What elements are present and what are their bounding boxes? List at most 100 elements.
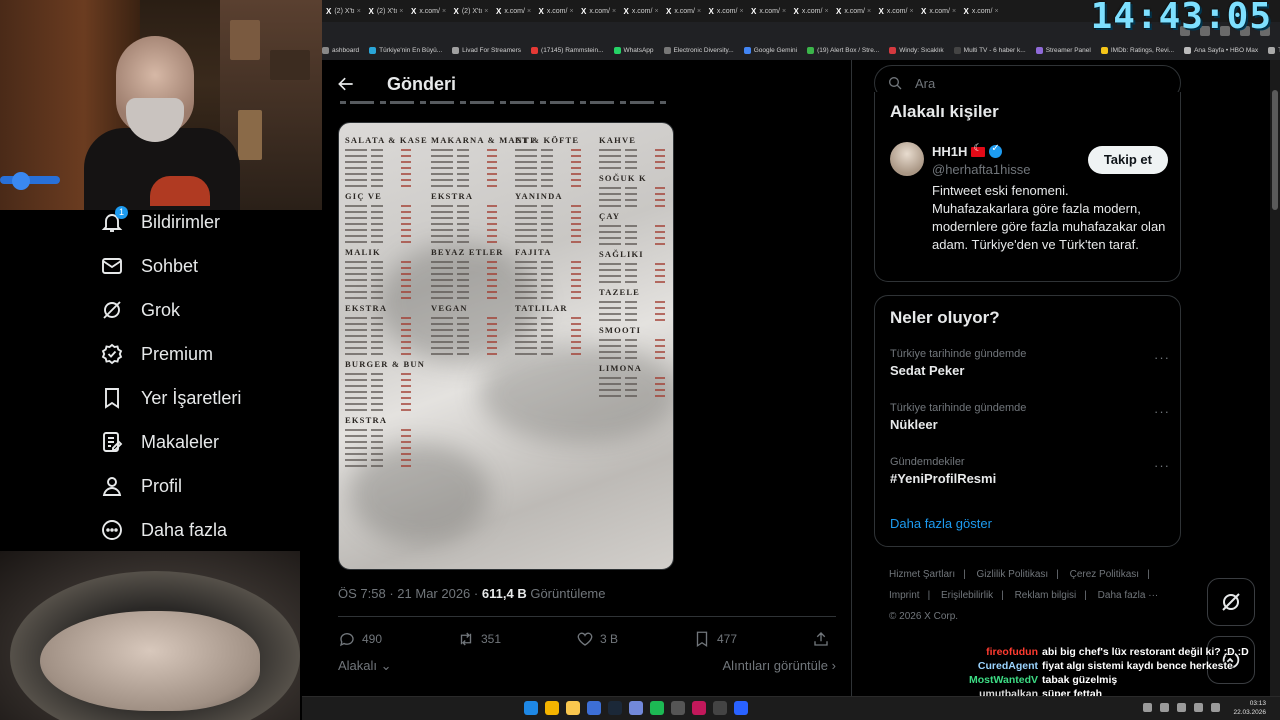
post-time[interactable]: ÖS 7:58 <box>338 586 386 601</box>
close-icon[interactable]: × <box>994 8 998 15</box>
close-icon[interactable]: × <box>909 8 913 15</box>
bookmark-item[interactable]: Streamer Panel <box>1035 46 1091 54</box>
repost-button[interactable]: 351 <box>457 630 501 648</box>
close-icon[interactable]: × <box>867 8 871 15</box>
page-scrollbar[interactable] <box>1270 60 1280 696</box>
app-icon[interactable] <box>671 701 685 715</box>
nav-item-articles[interactable]: Makaleler <box>98 420 318 464</box>
close-icon[interactable]: × <box>782 8 786 15</box>
browser-tab[interactable]: X (2) X'tı × <box>365 7 408 16</box>
bookmark-item[interactable]: WhatsApp <box>613 46 654 54</box>
nav-item-profile[interactable]: Profil <box>98 464 318 508</box>
app-tray-icon[interactable] <box>1194 703 1203 712</box>
app-icon[interactable] <box>587 701 601 715</box>
nav-item-premium[interactable]: Premium <box>98 332 318 376</box>
share-button[interactable] <box>812 630 836 648</box>
reply-button[interactable]: 490 <box>338 630 382 648</box>
close-icon[interactable]: × <box>739 8 743 15</box>
browser-tab[interactable]: Xx.com/× <box>407 7 450 16</box>
spotify-icon[interactable] <box>650 701 664 715</box>
post-date[interactable]: 21 Mar 2026 <box>397 586 470 601</box>
app-icon[interactable] <box>692 701 706 715</box>
browser-tab[interactable]: Xx.com/× <box>747 7 790 16</box>
close-icon[interactable]: × <box>952 8 956 15</box>
bookmark-item[interactable]: (17145) Rammstein... <box>531 46 604 54</box>
app-tray-icon[interactable] <box>1211 703 1220 712</box>
footer-link[interactable]: Hizmet Şartları <box>889 569 955 580</box>
volume-icon[interactable] <box>1177 703 1186 712</box>
close-icon[interactable]: × <box>569 8 573 15</box>
grok-floating-button[interactable] <box>1207 578 1255 626</box>
browser-tab[interactable]: Xx.com/× <box>917 7 960 16</box>
browser-tab[interactable]: Xx.com/× <box>620 7 663 16</box>
close-icon[interactable]: × <box>824 8 828 15</box>
trend-item[interactable]: Türkiye tarihinde gündemde Nükleer ··· <box>890 402 1170 442</box>
post-image-menu[interactable]: SALATA & KASE GIÇ VE MALIK EKSTRA BURGER & B… <box>338 122 674 570</box>
footer-link[interactable]: Erişilebilirlik <box>941 590 993 601</box>
browser-tab[interactable]: Xx.com/× <box>492 7 535 16</box>
user-handle[interactable]: @herhafta1hisse <box>932 162 1030 177</box>
close-icon[interactable]: × <box>697 8 701 15</box>
app-icon[interactable] <box>713 701 727 715</box>
browser-tab[interactable]: Xx.com/× <box>832 7 875 16</box>
chevron-up-icon[interactable] <box>1143 703 1152 712</box>
show-more-link[interactable]: Daha fazla göster <box>890 516 992 531</box>
like-button[interactable]: 3 B <box>576 630 618 648</box>
bookmark-item[interactable]: Google Gemini <box>743 46 797 54</box>
browser-tab[interactable]: Xx.com/× <box>790 7 833 16</box>
close-icon[interactable]: × <box>399 8 403 15</box>
browser-tab[interactable]: Xx.com/× <box>875 7 918 16</box>
browser-tab[interactable]: X (2) X'tı × <box>322 7 365 16</box>
close-icon[interactable]: × <box>612 8 616 15</box>
close-icon[interactable]: × <box>442 8 446 15</box>
footer-link[interactable]: Imprint <box>889 590 920 601</box>
follow-button[interactable]: Takip et <box>1087 146 1168 174</box>
trend-item[interactable]: Türkiye tarihinde gündemde Sedat Peker ·… <box>890 348 1170 388</box>
bookmark-item[interactable]: Ana Sayfa • HBO Max <box>1184 46 1258 54</box>
trend-item[interactable]: Gündemdekiler #YeniProfilResmi ··· <box>890 456 1170 496</box>
scrollbar-thumb[interactable] <box>1272 90 1278 210</box>
bookmark-item[interactable]: Türkiye'nin En Büyü... <box>369 46 442 54</box>
more-options-icon[interactable]: ··· <box>1154 350 1170 365</box>
more-options-icon[interactable]: ··· <box>1154 458 1170 473</box>
browser-tab[interactable]: Xx.com/× <box>535 7 578 16</box>
bookmark-item[interactable]: Windy: Sıcaklık <box>889 46 944 54</box>
taskbar-clock[interactable]: 03:13 22.03.2026 <box>1233 699 1266 717</box>
close-icon[interactable]: × <box>357 8 361 15</box>
browser-tab[interactable]: Xx.com/× <box>662 7 705 16</box>
bookmark-item[interactable]: Tüm Yer İşaretleri <box>1268 46 1280 54</box>
network-icon[interactable] <box>1160 703 1169 712</box>
browser-tab[interactable]: Xx.com/× <box>960 7 1003 16</box>
more-options-icon[interactable]: ··· <box>1154 404 1170 419</box>
reply-sort-dropdown[interactable]: Alakalı ⌄ <box>338 658 392 674</box>
browser-tab[interactable]: Xx.com/× <box>577 7 620 16</box>
nav-item-bookmarks[interactable]: Yer İşaretleri <box>98 376 318 420</box>
file-explorer-icon[interactable] <box>566 701 580 715</box>
close-icon[interactable]: × <box>484 8 488 15</box>
close-icon[interactable]: × <box>654 8 658 15</box>
app-icon[interactable] <box>734 701 748 715</box>
footer-link[interactable]: Çerez Politikası <box>1070 569 1139 580</box>
chrome-icon[interactable] <box>545 701 559 715</box>
bookmark-item[interactable]: Multi TV - 6 haber k... <box>953 46 1026 54</box>
nav-item-more[interactable]: Daha fazla <box>98 508 318 552</box>
close-icon[interactable]: × <box>527 8 531 15</box>
footer-link[interactable]: Daha fazla ··· <box>1098 590 1159 601</box>
nav-item-notifications[interactable]: 1 Bildirimler <box>98 200 318 244</box>
windows-start-icon[interactable] <box>524 701 538 715</box>
bookmark-item[interactable]: ashboard <box>322 46 359 54</box>
nav-item-grok[interactable]: Grok <box>98 288 318 332</box>
footer-link[interactable]: Gizlilik Politikası <box>977 569 1049 580</box>
avatar[interactable] <box>890 142 924 176</box>
browser-tab[interactable]: X (2) X'tı × <box>450 7 493 16</box>
steam-icon[interactable] <box>608 701 622 715</box>
user-name[interactable]: HH1H <box>932 143 1003 159</box>
bookmark-item[interactable]: Livad For Streamers <box>452 46 521 54</box>
discord-icon[interactable] <box>629 701 643 715</box>
bookmark-item[interactable]: (19) Alert Box / Stre... <box>807 46 879 54</box>
view-quotes-link[interactable]: Alıntıları görüntüle › <box>723 658 836 674</box>
footer-link[interactable]: Reklam bilgisi <box>1015 590 1077 601</box>
bookmark-item[interactable]: IMDb: Ratings, Revi... <box>1100 46 1174 54</box>
bookmark-item[interactable]: Electronic Diversity... <box>663 46 734 54</box>
browser-tab[interactable]: Xx.com/× <box>705 7 748 16</box>
